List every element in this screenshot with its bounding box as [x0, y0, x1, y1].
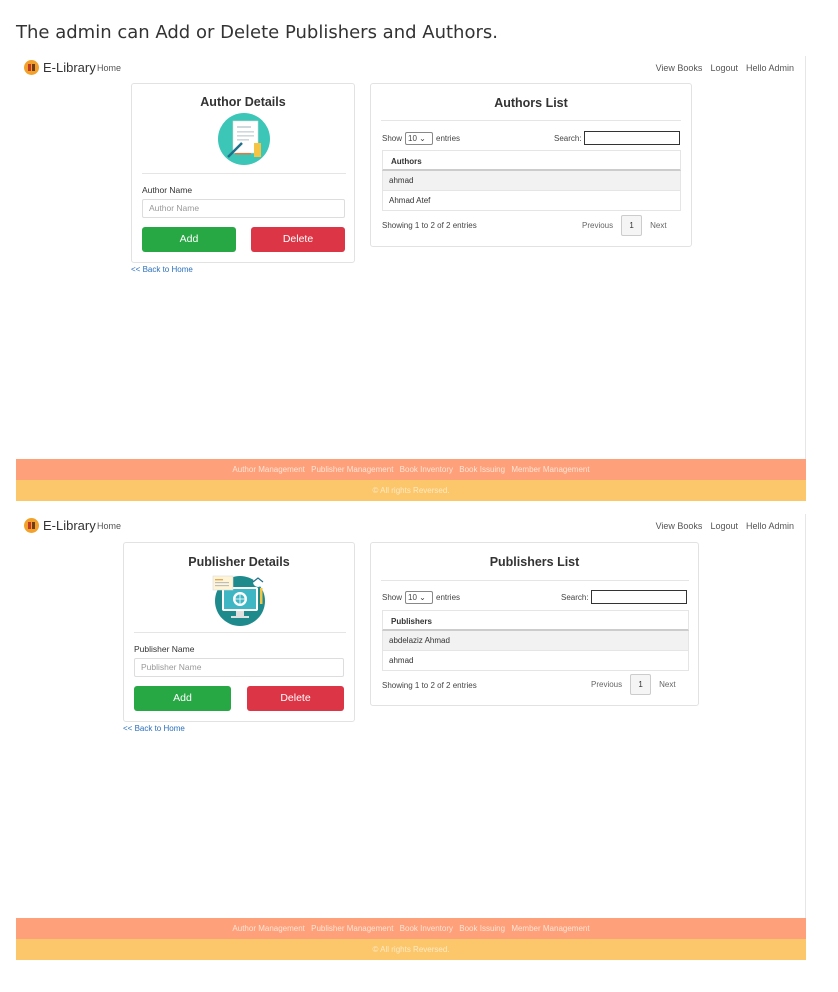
add-publisher-button[interactable]: Add [134, 686, 231, 711]
hello-admin-link[interactable]: Hello Admin [746, 63, 794, 73]
delete-publisher-button[interactable]: Delete [247, 686, 344, 711]
authors-table: Authors ahmad Ahmad Atef [382, 150, 681, 211]
brand-text: E-Library [43, 518, 96, 533]
search-input[interactable] [590, 590, 687, 604]
search-control: Search: [554, 131, 680, 145]
next-button[interactable]: Next [650, 221, 666, 230]
footer-book-inventory-link[interactable]: Book Inventory [400, 465, 453, 474]
brand[interactable]: E-Library [24, 518, 96, 533]
footer-book-inventory-link[interactable]: Book Inventory [400, 924, 453, 933]
logout-link[interactable]: Logout [710, 521, 738, 531]
author-name-input[interactable]: Author Name [142, 199, 345, 218]
footer-copyright: © All rights Reversed. [16, 939, 806, 960]
entries-value: 10 [408, 134, 417, 143]
footer-copyright: © All rights Reversed. [16, 480, 806, 501]
page-1-button[interactable]: 1 [630, 674, 652, 695]
nav-right: View Books Logout Hello Admin [656, 521, 794, 531]
entries-label: entries [436, 593, 461, 602]
entries-select[interactable]: 10 ⌄ [405, 591, 434, 604]
footer-book-issuing-link[interactable]: Book Issuing [459, 465, 505, 474]
search-control: Search: [561, 590, 687, 604]
authors-column-header[interactable]: Authors [382, 150, 681, 171]
footer-author-management-link[interactable]: Author Management [232, 924, 305, 933]
divider [142, 173, 346, 174]
nav-right: View Books Logout Hello Admin [656, 63, 794, 73]
table-row[interactable]: abdelaziz Ahmad [382, 631, 689, 651]
entries-select[interactable]: 10 ⌄ [405, 132, 434, 145]
footer-publisher-management-link[interactable]: Publisher Management [311, 465, 393, 474]
author-document-icon [218, 113, 270, 170]
publisher-name-label: Publisher Name [134, 644, 195, 654]
view-books-link[interactable]: View Books [656, 521, 703, 531]
publishers-list-card: Publishers List Show 10 ⌄ entries Search… [370, 542, 699, 706]
hello-admin-link[interactable]: Hello Admin [746, 521, 794, 531]
search-input[interactable] [583, 131, 680, 145]
table-row[interactable]: ahmad [382, 171, 681, 191]
footer-author-management-link[interactable]: Author Management [232, 465, 305, 474]
author-details-card: Author Details Author Name Author Name A… [131, 83, 355, 263]
nav-home-link[interactable]: Home [97, 521, 121, 531]
authors-list-title: Authors List [494, 96, 568, 110]
footer-member-management-link[interactable]: Member Management [511, 465, 589, 474]
next-button[interactable]: Next [659, 680, 675, 689]
previous-button[interactable]: Previous [591, 680, 622, 689]
divider [381, 580, 689, 581]
nav-home-link[interactable]: Home [97, 63, 121, 73]
add-author-button[interactable]: Add [142, 227, 236, 252]
publishers-column-header[interactable]: Publishers [382, 610, 689, 631]
author-details-title: Author Details [200, 95, 286, 109]
navbar: E-Library Home View Books Logout Hello A… [16, 514, 806, 540]
previous-button[interactable]: Previous [582, 221, 613, 230]
show-label: Show [382, 593, 403, 602]
table-row[interactable]: ahmad [382, 651, 689, 671]
pagination: Previous 1 Next [591, 674, 676, 695]
book-logo-icon [24, 518, 39, 533]
entries-length-control: Show 10 ⌄ entries [382, 132, 460, 145]
show-label: Show [382, 134, 403, 143]
publisher-monitor-icon [212, 572, 266, 631]
view-books-link[interactable]: View Books [656, 63, 703, 73]
divider [134, 632, 346, 633]
publisher-details-card: Publisher Details Publisher Name Publish… [123, 542, 355, 722]
entries-label: entries [436, 134, 461, 143]
search-label: Search: [554, 133, 582, 143]
navbar: E-Library Home View Books Logout Hello A… [16, 56, 806, 82]
publishers-table: Publishers abdelaziz Ahmad ahmad [382, 610, 689, 671]
publisher-name-input[interactable]: Publisher Name [134, 658, 344, 677]
back-to-home-link[interactable]: << Back to Home [131, 265, 193, 274]
back-to-home-link[interactable]: << Back to Home [123, 724, 185, 733]
table-info: Showing 1 to 2 of 2 entries [382, 681, 477, 690]
pagination: Previous 1 Next [582, 215, 667, 236]
footer-publisher-management-link[interactable]: Publisher Management [311, 924, 393, 933]
publisher-screen: E-Library Home View Books Logout Hello A… [16, 514, 806, 960]
author-screen: E-Library Home View Books Logout Hello A… [16, 56, 806, 501]
table-row[interactable]: Ahmad Atef [382, 191, 681, 211]
table-info: Showing 1 to 2 of 2 entries [382, 221, 477, 230]
publishers-list-title: Publishers List [489, 555, 580, 569]
caption: The admin can Add or Delete Publishers a… [16, 22, 498, 43]
divider [381, 120, 681, 121]
author-name-label: Author Name [142, 185, 193, 195]
search-label: Search: [561, 592, 589, 602]
brand[interactable]: E-Library [24, 60, 96, 75]
footer-links: Author Management Publisher Management B… [16, 459, 806, 480]
book-logo-icon [24, 60, 39, 75]
logout-link[interactable]: Logout [710, 63, 738, 73]
authors-list-card: Authors List Show 10 ⌄ entries Search: A… [370, 83, 692, 247]
entries-value: 10 [408, 593, 417, 602]
delete-author-button[interactable]: Delete [251, 227, 345, 252]
entries-length-control: Show 10 ⌄ entries [382, 591, 460, 604]
page-1-button[interactable]: 1 [621, 215, 643, 236]
publisher-details-title: Publisher Details [188, 555, 290, 569]
footer-links: Author Management Publisher Management B… [16, 918, 806, 939]
brand-text: E-Library [43, 60, 96, 75]
footer-book-issuing-link[interactable]: Book Issuing [459, 924, 505, 933]
footer-member-management-link[interactable]: Member Management [511, 924, 589, 933]
